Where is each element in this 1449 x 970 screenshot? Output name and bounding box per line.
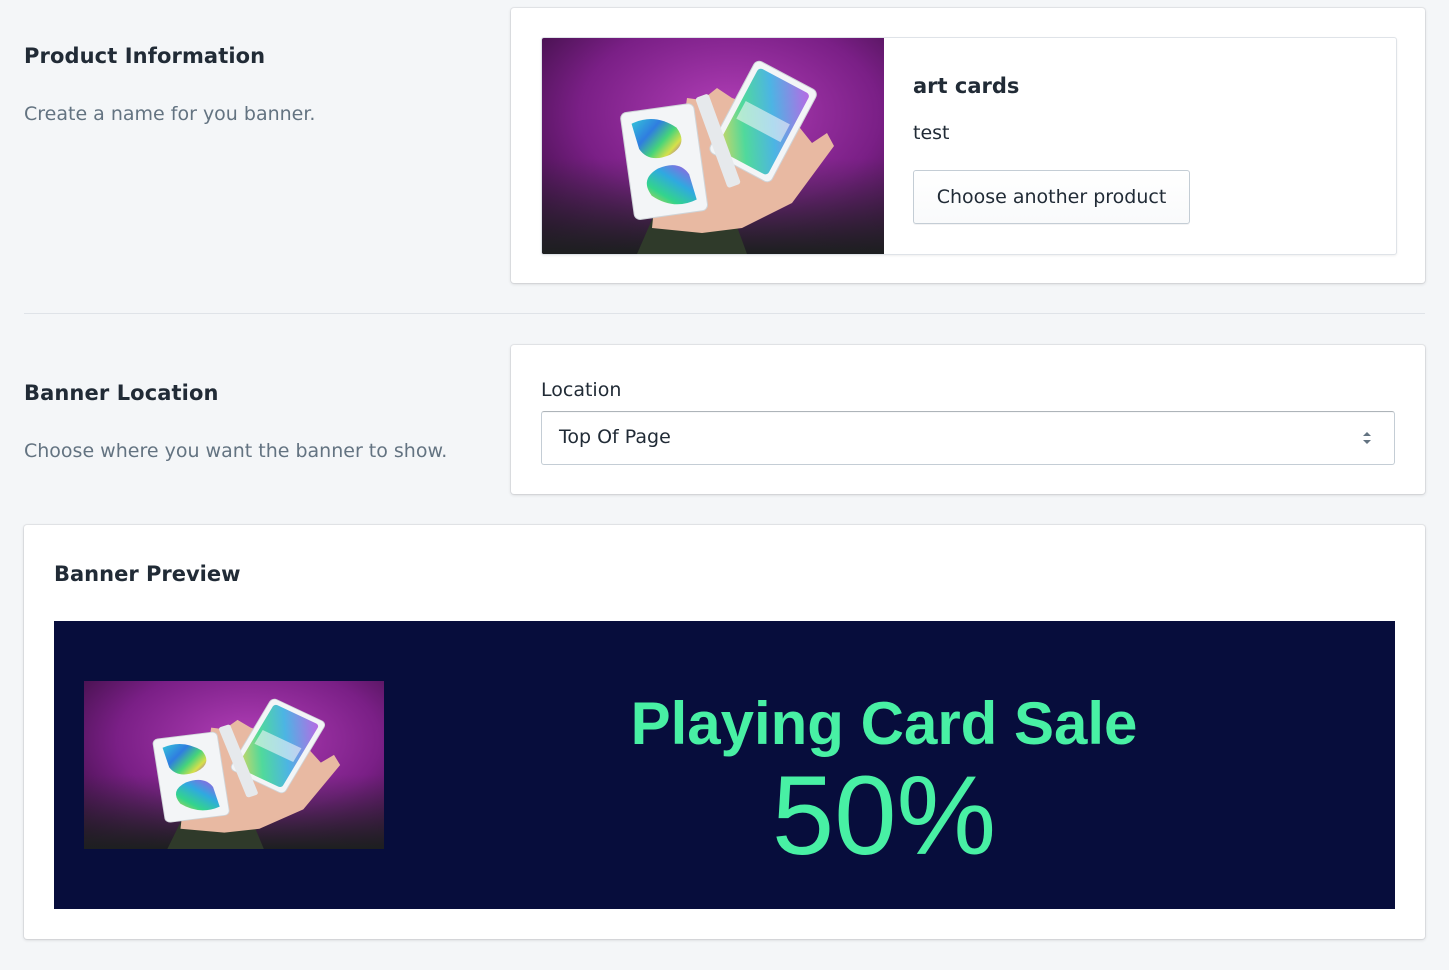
location-section-description: Choose where you want the banner to show… bbox=[24, 440, 448, 462]
product-description: test bbox=[913, 122, 950, 144]
location-select[interactable]: Top Of Page bbox=[541, 411, 1395, 465]
preview-card: Banner Preview Playing Card Sale 50% bbox=[24, 525, 1425, 939]
banner-preview: Playing Card Sale 50% bbox=[54, 621, 1395, 909]
preview-title: Banner Preview bbox=[54, 562, 241, 586]
product-section-description: Create a name for you banner. bbox=[24, 103, 316, 125]
product-name: art cards bbox=[913, 74, 1020, 98]
location-card: Location Top Of Page bbox=[511, 345, 1425, 494]
location-select-value: Top Of Page bbox=[559, 426, 671, 448]
banner-discount: 50% bbox=[771, 753, 997, 878]
location-label: Location bbox=[541, 379, 622, 401]
banner-product-image bbox=[84, 681, 384, 849]
select-arrows-icon bbox=[1363, 432, 1371, 444]
banner-heading: Playing Card Sale bbox=[630, 690, 1138, 757]
section-divider bbox=[24, 313, 1425, 314]
product-section-title: Product Information bbox=[24, 44, 266, 68]
product-card: art cards test Choose another product bbox=[511, 8, 1425, 283]
location-section-title: Banner Location bbox=[24, 381, 219, 405]
product-image bbox=[542, 38, 884, 254]
selected-product: art cards test Choose another product bbox=[541, 37, 1397, 255]
choose-another-product-button[interactable]: Choose another product bbox=[913, 170, 1190, 224]
